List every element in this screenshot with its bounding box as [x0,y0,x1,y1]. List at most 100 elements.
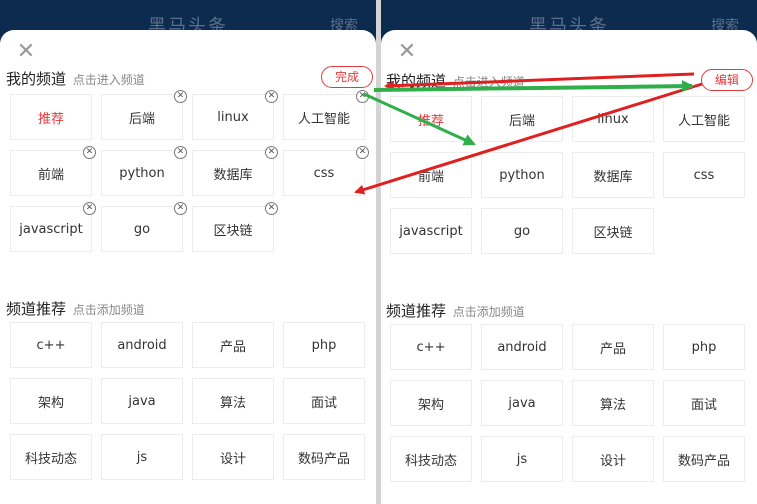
remove-circle-icon[interactable]: ✕ [174,146,187,159]
channel-label: 科技动态 [404,453,457,469]
my-channels-title: 我的频道 点击进入频道 [6,68,145,89]
recommend-channel-item[interactable]: c++ [390,324,472,370]
recommend-channel-item[interactable]: java [481,380,563,426]
channel-label: c++ [416,339,446,355]
recommend-channel-item[interactable]: 架构 [390,380,472,426]
my-channel-item[interactable]: python [481,152,563,198]
remove-circle-icon[interactable]: ✕ [265,202,278,215]
my-channel-item[interactable]: go ✕ [101,202,187,252]
channel-label: js [136,449,148,465]
close-icon[interactable]: ✕ [15,41,37,63]
my-channel-item[interactable]: 前端 [390,152,472,198]
my-channel-item[interactable]: linux ✕ [192,90,278,140]
remove-circle-icon[interactable]: ✕ [83,202,96,215]
remove-circle-icon[interactable]: ✕ [265,146,278,159]
recommend-label: 频道推荐 [386,302,447,320]
my-channel-item[interactable]: 后端 [481,96,563,142]
channel-label: 前端 [37,167,64,183]
recommend-hint: 点击添加频道 [452,305,525,319]
channel-label: 后端 [508,113,535,129]
channel-label: 数码产品 [677,453,730,469]
my-channel-item[interactable]: css ✕ [283,146,369,196]
channel-label: css [693,167,715,183]
channel-label: 产品 [219,339,246,355]
recommend-channel-item[interactable]: 科技动态 [390,436,472,482]
my-channel-item[interactable]: 前端 ✕ [10,146,96,196]
channel-label: python [499,167,545,183]
my-channel-item[interactable]: 人工智能 [663,96,745,142]
channel-popup: ✕ 我的频道 点击进入频道 完成 推荐 后端 ✕ linux ✕ 人工智能 ✕ 前端 ✕ pyth… [0,30,376,504]
remove-circle-icon[interactable]: ✕ [174,90,187,103]
recommend-channel-item[interactable]: 设计 [192,434,274,480]
recommend-channel-item[interactable]: 设计 [572,436,654,482]
my-channel-item[interactable]: 数据库 [572,152,654,198]
my-channel-item[interactable]: 区块链 ✕ [192,202,278,252]
my-channel-item[interactable]: 推荐 [390,96,472,142]
channel-panel-normal-mode: 黑马头条 搜索 ✕ 我的频道 点击进入频道 编辑 推荐 后端 linux 人工智能 前端… [381,0,757,504]
my-channels-label: 我的频道 [6,70,67,88]
channel-label: 算法 [599,397,626,413]
my-channel-item[interactable]: css [663,152,745,198]
recommend-channel-item[interactable]: 数码产品 [283,434,365,480]
recommend-channel-item[interactable]: 产品 [572,324,654,370]
recommend-channel-item[interactable]: 架构 [10,378,92,424]
my-channels-label: 我的频道 [386,72,447,90]
recommend-channel-item[interactable]: 算法 [192,378,274,424]
remove-circle-icon[interactable]: ✕ [83,146,96,159]
channel-label: 设计 [599,453,626,469]
recommend-channel-item[interactable]: 产品 [192,322,274,368]
remove-circle-icon[interactable]: ✕ [356,90,369,103]
recommend-channel-item[interactable]: c++ [10,322,92,368]
my-channel-item[interactable]: python ✕ [101,146,187,196]
my-channel-item[interactable]: linux [572,96,654,142]
remove-circle-icon[interactable]: ✕ [265,90,278,103]
my-channel-item[interactable]: javascript ✕ [10,202,96,252]
channel-label: 产品 [599,341,626,357]
recommend-channel-item[interactable]: android [481,324,563,370]
channel-label: php [311,337,337,353]
channel-label: 推荐 [417,113,444,129]
channel-label: 算法 [219,395,246,411]
recommend-channel-item[interactable]: 算法 [572,380,654,426]
channel-label: linux [597,111,629,127]
recommend-channel-item[interactable]: js [481,436,563,482]
channel-label: 区块链 [593,225,633,241]
channel-label: 面试 [310,395,337,411]
my-channel-item[interactable]: javascript [390,208,472,254]
my-channels-grid: 推荐 后端 ✕ linux ✕ 人工智能 ✕ 前端 ✕ python ✕ 数据库 ✕ css ✕ javasc… [10,90,369,252]
recommend-channel-item[interactable]: android [101,322,183,368]
remove-circle-icon[interactable]: ✕ [174,202,187,215]
close-icon[interactable]: ✕ [396,41,418,63]
edit-button[interactable]: 编辑 [701,69,753,91]
channel-panel-edit-mode: 黑马头条 搜索 ✕ 我的频道 点击进入频道 完成 推荐 后端 ✕ linux ✕ 人工智能… [0,0,376,504]
recommend-channel-item[interactable]: 面试 [663,380,745,426]
my-channel-item[interactable]: 推荐 [10,94,92,140]
recommend-hint: 点击添加频道 [72,303,145,317]
channel-label: javascript [399,223,463,239]
recommend-label: 频道推荐 [6,300,67,318]
my-channel-item[interactable]: 数据库 ✕ [192,146,278,196]
remove-circle-icon[interactable]: ✕ [356,146,369,159]
recommend-channels-title: 频道推荐 点击添加频道 [386,300,525,321]
my-channel-item[interactable]: 区块链 [572,208,654,254]
channel-label: 前端 [417,169,444,185]
recommend-channel-item[interactable]: php [283,322,365,368]
done-button[interactable]: 完成 [321,66,373,88]
recommend-channel-item[interactable]: php [663,324,745,370]
channel-label: go [513,223,531,239]
recommend-channel-item[interactable]: js [101,434,183,480]
recommend-channel-item[interactable]: 科技动态 [10,434,92,480]
channel-popup: ✕ 我的频道 点击进入频道 编辑 推荐 后端 linux 人工智能前端 python 数据… [381,30,757,504]
recommend-channel-item[interactable]: java [101,378,183,424]
channel-label: js [516,451,528,467]
channel-label: 人工智能 [297,111,350,127]
channel-label: 架构 [37,395,64,411]
my-channel-item[interactable]: 人工智能 ✕ [283,90,369,140]
channel-label: php [691,339,717,355]
my-channel-item[interactable]: go [481,208,563,254]
recommend-channels-grid: c++ android 产品 php 架构 java 算法 面试科技动态 js 设计 数码产品 [10,322,365,480]
recommend-channel-item[interactable]: 数码产品 [663,436,745,482]
recommend-channel-item[interactable]: 面试 [283,378,365,424]
my-channel-item[interactable]: 后端 ✕ [101,90,187,140]
my-channels-hint: 点击进入频道 [452,75,525,89]
